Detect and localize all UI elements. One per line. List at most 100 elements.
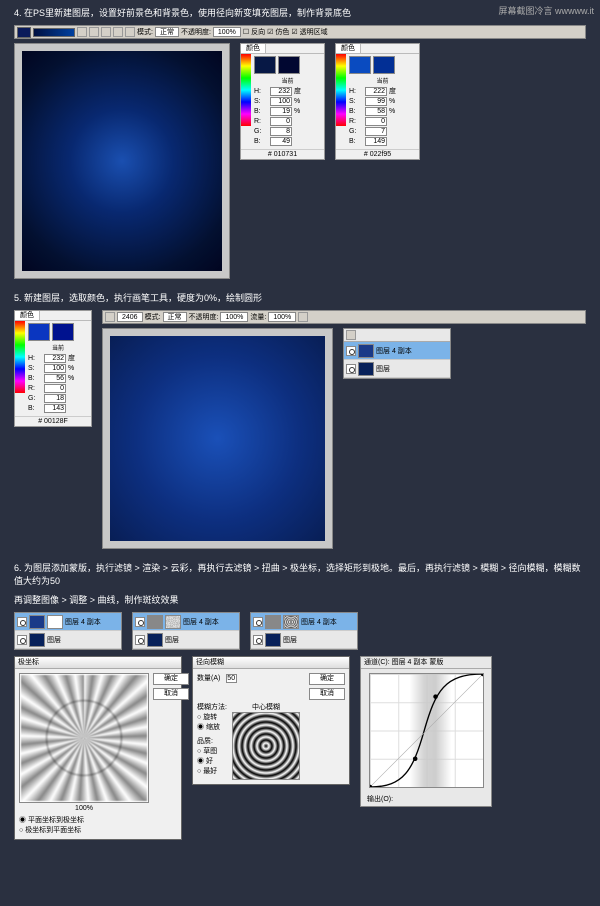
- lrow-a2[interactable]: 图层: [15, 631, 121, 649]
- trans-check[interactable]: ☑: [291, 28, 297, 36]
- layer-name1: 图层 4 副本: [376, 346, 412, 356]
- op-dd2[interactable]: 100%: [220, 312, 248, 322]
- airbrush-icon[interactable]: [298, 312, 308, 322]
- radial-blur-dialog[interactable]: 径向模糊 数量(A) 50 确定 取消 模糊方法: ○ 旋转: [192, 656, 350, 785]
- r-input[interactable]: 0: [270, 117, 292, 126]
- g-in3[interactable]: 18: [44, 394, 66, 403]
- eye-b1[interactable]: [135, 617, 145, 627]
- brush-size[interactable]: 2406: [117, 312, 143, 322]
- g2: G:: [349, 128, 361, 135]
- step6-title2: 再调整图像 > 调整 > 曲线，制作斑纹效果: [14, 593, 586, 606]
- pu5: %: [68, 375, 78, 382]
- h-input2[interactable]: 222: [365, 87, 387, 96]
- ok-button[interactable]: 确定: [153, 673, 189, 685]
- curves-grid[interactable]: [369, 673, 484, 788]
- bb-input[interactable]: 49: [270, 137, 292, 146]
- mode-dropdown[interactable]: 正常: [155, 27, 179, 37]
- eye-icon[interactable]: [346, 346, 356, 356]
- s2: S:: [349, 98, 361, 105]
- layers-panel-c[interactable]: 图层 4 副本 图层: [250, 612, 358, 650]
- hue-strip2[interactable]: [336, 54, 346, 126]
- r-in3[interactable]: 0: [44, 384, 66, 393]
- lrow-b1[interactable]: 图层 4 副本: [133, 613, 239, 631]
- b-in3[interactable]: 56: [44, 374, 66, 383]
- g-input[interactable]: 8: [270, 127, 292, 136]
- r-input2[interactable]: 0: [365, 117, 387, 126]
- zoom-label: 100%: [19, 805, 149, 812]
- b-input2[interactable]: 58: [365, 107, 387, 116]
- hex-value3[interactable]: # 00128F: [15, 416, 91, 426]
- color-picker-2[interactable]: 颜色 当前 H:222度 S:99% B:58% R:0 G:7 B:149 #…: [335, 43, 420, 160]
- bb-input2[interactable]: 149: [365, 137, 387, 146]
- opacity-dropdown[interactable]: 100%: [213, 27, 241, 37]
- mask-b1: [165, 615, 181, 629]
- color-tab2[interactable]: 颜色: [336, 44, 361, 53]
- new-color-swatch: [254, 56, 276, 74]
- curve-line[interactable]: [370, 674, 483, 787]
- eye-a1[interactable]: [17, 617, 27, 627]
- ok-button2[interactable]: 确定: [309, 673, 345, 685]
- gradient-type-reflected-icon[interactable]: [113, 27, 123, 37]
- gradient-type-linear-icon[interactable]: [77, 27, 87, 37]
- lrow-b2[interactable]: 图层: [133, 631, 239, 649]
- h2: H:: [349, 88, 361, 95]
- layers-panel-b[interactable]: 图层 4 副本 图层: [132, 612, 240, 650]
- ln-c2: 图层: [283, 635, 297, 645]
- brush-icon[interactable]: [105, 312, 115, 322]
- color-tab3[interactable]: 颜色: [15, 311, 40, 320]
- h-input[interactable]: 232: [270, 87, 292, 96]
- q2-radio[interactable]: ◉: [197, 758, 206, 765]
- hue-strip[interactable]: [241, 54, 251, 126]
- bb-in3[interactable]: 143: [44, 404, 66, 413]
- fg-bg-swatch[interactable]: [17, 27, 31, 38]
- polar-dialog[interactable]: 极坐标 100% ◉ 平面坐标到极坐标 ○ 极坐标到平面坐标 确定 取消: [14, 656, 182, 840]
- color-picker-3[interactable]: 颜色 当前 H:232度 S:100% B:56% R:0 G:18 B:143…: [14, 310, 92, 427]
- layer-row-1[interactable]: 图层 4 副本: [344, 342, 450, 360]
- g-input2[interactable]: 7: [365, 127, 387, 136]
- layers-panel-a[interactable]: 图层 4 副本 图层: [14, 612, 122, 650]
- eye-c2[interactable]: [253, 635, 263, 645]
- th-b2: [147, 633, 163, 647]
- eye-icon2[interactable]: [346, 364, 356, 374]
- h-in3[interactable]: 232: [44, 354, 66, 363]
- gradient-toolbar[interactable]: 模式: 正常 不透明度: 100% ☐反向 ☑仿色 ☑透明区域: [14, 25, 586, 39]
- layer-row-2[interactable]: 图层: [344, 360, 450, 378]
- cancel-button[interactable]: 取消: [153, 688, 189, 700]
- new-color-swatch2: [349, 56, 371, 74]
- color-tab[interactable]: 颜色: [241, 44, 266, 53]
- eye-c1[interactable]: [253, 617, 263, 627]
- eye-b2[interactable]: [135, 635, 145, 645]
- hex-value[interactable]: # 010731: [241, 149, 324, 159]
- gradient-type-diamond-icon[interactable]: [125, 27, 135, 37]
- layers-icon[interactable]: [346, 330, 356, 340]
- amount-input[interactable]: 50: [226, 674, 237, 683]
- flow-dd[interactable]: 100%: [268, 312, 296, 322]
- layers-panel[interactable]: 图层 4 副本 图层: [343, 328, 451, 379]
- hex-value2[interactable]: # 022f95: [336, 149, 419, 159]
- b-input[interactable]: 19: [270, 107, 292, 116]
- mode-dd2[interactable]: 正常: [163, 312, 187, 322]
- s-input[interactable]: 100: [270, 97, 292, 106]
- eye-a2[interactable]: [17, 635, 27, 645]
- s-in3[interactable]: 100: [44, 364, 66, 373]
- lrow-a1[interactable]: 图层 4 副本: [15, 613, 121, 631]
- cancel-button2[interactable]: 取消: [309, 688, 345, 700]
- gradient-type-radial-icon[interactable]: [89, 27, 99, 37]
- m2-radio[interactable]: ◉: [197, 724, 206, 731]
- reverse-check[interactable]: ☐: [243, 28, 249, 36]
- dither-check[interactable]: ☑: [267, 28, 273, 36]
- lrow-c1[interactable]: 图层 4 副本: [251, 613, 357, 631]
- gradient-type-angle-icon[interactable]: [101, 27, 111, 37]
- s-input2[interactable]: 99: [365, 97, 387, 106]
- bb-label: B:: [254, 138, 266, 145]
- radial-preview[interactable]: [232, 712, 300, 780]
- brush-toolbar[interactable]: 2406 模式: 正常 不透明度: 100% 流量: 100%: [102, 310, 586, 324]
- th-c2: [265, 633, 281, 647]
- polar-preview: [19, 673, 149, 803]
- hue-strip3[interactable]: [15, 321, 25, 393]
- lrow-c2[interactable]: 图层: [251, 631, 357, 649]
- gradient-preview[interactable]: [33, 28, 75, 37]
- curves-panel[interactable]: 通道(C): 图层 4 副本 蒙版 输出(O):: [360, 656, 492, 807]
- color-picker-1[interactable]: 颜色 当前 H:232度 S:100% B:19% R:0 G:8 B:49 #…: [240, 43, 325, 160]
- opt1-radio[interactable]: ◉: [19, 817, 28, 824]
